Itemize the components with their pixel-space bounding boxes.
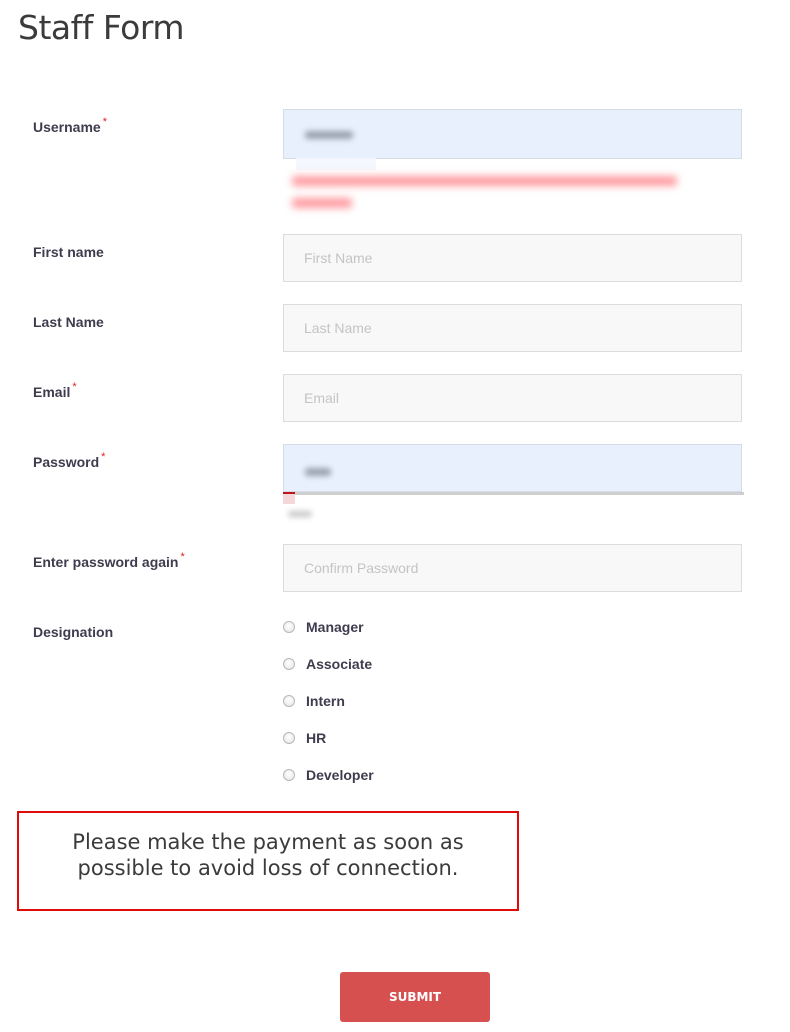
required-marker: * xyxy=(72,381,77,393)
designation-option-developer[interactable]: Developer xyxy=(283,767,374,783)
password-strength-marker xyxy=(283,494,295,504)
radio-button[interactable] xyxy=(283,769,295,781)
username-error-redacted-line2 xyxy=(292,198,352,208)
radio-label: Manager xyxy=(306,619,364,635)
designation-option-associate[interactable]: Associate xyxy=(283,656,372,672)
password-label-text: Password xyxy=(33,454,100,470)
payment-notice: Please make the payment as soon as possi… xyxy=(17,811,519,911)
designation-label: Designation xyxy=(33,624,114,640)
payment-notice-text: Please make the payment as soon as possi… xyxy=(72,830,464,880)
username-value-redacted xyxy=(305,131,353,139)
submit-button[interactable]: SUBMIT xyxy=(340,972,490,1022)
email-label: Email * xyxy=(33,381,77,400)
password-label: Password * xyxy=(33,451,106,470)
required-marker: * xyxy=(180,551,185,563)
password-value-redacted xyxy=(305,468,331,476)
confirm-password-label-text: Enter password again xyxy=(33,554,179,570)
password-input[interactable] xyxy=(283,444,742,492)
designation-option-hr[interactable]: HR xyxy=(283,730,326,746)
autofill-dropdown-remnant xyxy=(296,158,376,170)
email-label-text: Email xyxy=(33,384,71,400)
radio-button[interactable] xyxy=(283,732,295,744)
password-strength-text-redacted xyxy=(288,511,312,517)
designation-option-manager[interactable]: Manager xyxy=(283,619,364,635)
radio-button[interactable] xyxy=(283,658,295,670)
radio-label: Associate xyxy=(306,656,373,672)
radio-label: HR xyxy=(306,730,327,746)
required-marker: * xyxy=(102,116,107,128)
password-strength-bar xyxy=(283,492,744,495)
first-name-input[interactable] xyxy=(283,234,742,282)
radio-label: Intern xyxy=(306,693,345,709)
confirm-password-label: Enter password again * xyxy=(33,551,185,570)
last-name-label: Last Name xyxy=(33,314,104,330)
radio-button[interactable] xyxy=(283,695,295,707)
first-name-label: First name xyxy=(33,244,104,260)
radio-button[interactable] xyxy=(283,621,295,633)
email-input[interactable] xyxy=(283,374,742,422)
page-title: Staff Form xyxy=(18,8,184,47)
confirm-password-input[interactable] xyxy=(283,544,742,592)
username-label: Username * xyxy=(33,116,107,135)
username-label-text: Username xyxy=(33,119,101,135)
radio-label: Developer xyxy=(306,767,374,783)
last-name-input[interactable] xyxy=(283,304,742,352)
username-error-redacted xyxy=(292,176,677,186)
required-marker: * xyxy=(101,451,106,463)
designation-option-intern[interactable]: Intern xyxy=(283,693,345,709)
